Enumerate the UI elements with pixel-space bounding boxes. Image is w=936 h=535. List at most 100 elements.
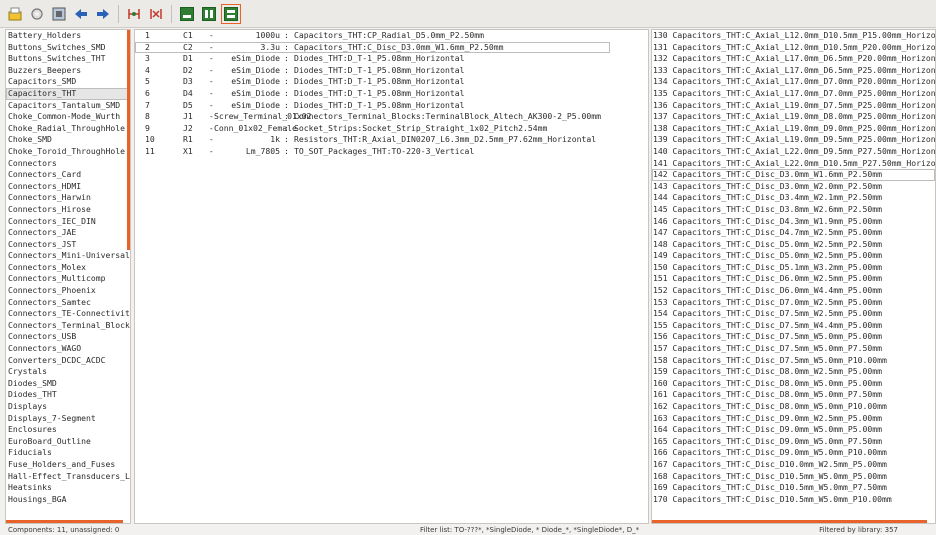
library-item[interactable]: Buttons_Switches_SMD xyxy=(6,42,130,54)
save-icon[interactable] xyxy=(6,5,24,23)
footprint-item[interactable]: 148 Capacitors_THT:C_Disc_D5.0mm_W2.5mm_… xyxy=(652,239,935,251)
filter-pin-count-icon[interactable] xyxy=(200,5,218,23)
library-item[interactable]: Connectors_Mini-Universal xyxy=(6,250,130,262)
library-item[interactable]: Crystals xyxy=(6,366,130,378)
footprint-item[interactable]: 147 Capacitors_THT:C_Disc_D4.7mm_W2.5mm_… xyxy=(652,227,935,239)
library-item[interactable]: Connectors_IEC_DIN xyxy=(6,216,130,228)
component-row[interactable]: 1 C1 - 1000u: Capacitors_THT:CP_Radial_D5.… xyxy=(135,30,648,42)
footprint-item[interactable]: 134 Capacitors_THT:C_Axial_L17.0mm_D7.0m… xyxy=(652,76,935,88)
footprint-item[interactable]: 161 Capacitors_THT:C_Disc_D8.0mm_W5.0mm_… xyxy=(652,389,935,401)
library-item[interactable]: Choke_SMD xyxy=(6,134,130,146)
footprint-item[interactable]: 133 Capacitors_THT:C_Axial_L17.0mm_D6.5m… xyxy=(652,65,935,77)
library-item[interactable]: Connectors_Harwin xyxy=(6,192,130,204)
footprint-item[interactable]: 138 Capacitors_THT:C_Axial_L19.0mm_D9.0m… xyxy=(652,123,935,135)
footprint-item[interactable]: 157 Capacitors_THT:C_Disc_D7.5mm_W5.0mm_… xyxy=(652,343,935,355)
component-row[interactable]: 10 R1 - 1k: Resistors_THT:R_Axial_DIN0207_… xyxy=(135,134,648,146)
library-item[interactable]: Connectors xyxy=(6,158,130,170)
footprint-item[interactable]: 145 Capacitors_THT:C_Disc_D3.8mm_W2.6mm_… xyxy=(652,204,935,216)
library-item[interactable]: Connectors_USB xyxy=(6,331,130,343)
library-list[interactable]: Battery_Holders Buttons_Switches_SMD Butto… xyxy=(5,29,131,524)
delete-associations-icon[interactable] xyxy=(147,5,165,23)
library-item[interactable]: Connectors_HDMI xyxy=(6,181,130,193)
footprint-item[interactable]: 159 Capacitors_THT:C_Disc_D8.0mm_W2.5mm_… xyxy=(652,366,935,378)
library-item[interactable]: Displays_7-Segment xyxy=(6,413,130,425)
footprint-item[interactable]: 146 Capacitors_THT:C_Disc_D4.3mm_W1.9mm_… xyxy=(652,216,935,228)
footprint-item[interactable]: 143 Capacitors_THT:C_Disc_D3.0mm_W2.0mm_… xyxy=(652,181,935,193)
library-item[interactable]: Hall-Effect_Transducers_LEM xyxy=(6,471,130,483)
library-browser-icon[interactable] xyxy=(50,5,68,23)
footprint-item[interactable]: 156 Capacitors_THT:C_Disc_D7.5mm_W5.0mm_… xyxy=(652,331,935,343)
library-item[interactable]: Connectors_JAE xyxy=(6,227,130,239)
library-item[interactable]: Connectors_Terminal_Blocks xyxy=(6,320,130,332)
library-list-hscrollbar[interactable] xyxy=(6,520,123,523)
footprint-item[interactable]: 169 Capacitors_THT:C_Disc_D10.5mm_W5.0mm… xyxy=(652,482,935,494)
component-row[interactable]: 11 X1 - Lm_7805: TO_SOT_Packages_THT:TO-22… xyxy=(135,146,648,158)
library-item[interactable]: Fuse_Holders_and_Fuses xyxy=(6,459,130,471)
footprint-item[interactable]: 170 Capacitors_THT:C_Disc_D10.5mm_W5.0mm… xyxy=(652,494,935,506)
library-item[interactable]: Heatsinks xyxy=(6,482,130,494)
library-item[interactable]: Buzzers_Beepers xyxy=(6,65,130,77)
library-item[interactable]: EuroBoard_Outline xyxy=(6,436,130,448)
footprint-item[interactable]: 141 Capacitors_THT:C_Axial_L22.0mm_D10.5… xyxy=(652,158,935,170)
library-item[interactable]: Connectors_Molex xyxy=(6,262,130,274)
footprint-item[interactable]: 131 Capacitors_THT:C_Axial_L12.0mm_D10.5… xyxy=(652,42,935,54)
library-item[interactable]: Connectors_TE-Connectivity xyxy=(6,308,130,320)
footprint-item[interactable]: 167 Capacitors_THT:C_Disc_D10.0mm_W2.5mm… xyxy=(652,459,935,471)
library-item[interactable]: Capacitors_THT xyxy=(6,87,130,100)
footprint-item[interactable]: 162 Capacitors_THT:C_Disc_D8.0mm_W5.0mm_… xyxy=(652,401,935,413)
component-row[interactable]: 7 D5 - eSim_Diode: Diodes_THT:D_T-1_P5.08m… xyxy=(135,100,648,112)
library-item[interactable]: Connectors_Phoenix xyxy=(6,285,130,297)
library-item[interactable]: Battery_Holders xyxy=(6,30,130,42)
library-item[interactable]: Choke_Toroid_ThroughHole xyxy=(6,146,130,158)
component-list[interactable]: 1 C1 - 1000u: Capacitors_THT:CP_Radial_D5.… xyxy=(134,29,649,524)
library-item[interactable]: Diodes_SMD xyxy=(6,378,130,390)
component-row[interactable]: 4 D2 - eSim_Diode: Diodes_THT:D_T-1_P5.08m… xyxy=(135,65,648,77)
library-item[interactable]: Connectors_Hirose xyxy=(6,204,130,216)
footprint-item[interactable]: 149 Capacitors_THT:C_Disc_D5.0mm_W2.5mm_… xyxy=(652,250,935,262)
auto-assign-icon[interactable] xyxy=(125,5,143,23)
footprint-item[interactable]: 152 Capacitors_THT:C_Disc_D6.0mm_W4.4mm_… xyxy=(652,285,935,297)
footprint-item[interactable]: 142 Capacitors_THT:C_Disc_D3.0mm_W1.6mm_… xyxy=(652,169,935,181)
footprint-item[interactable]: 136 Capacitors_THT:C_Axial_L19.0mm_D7.5m… xyxy=(652,100,935,112)
footprint-item[interactable]: 160 Capacitors_THT:C_Disc_D8.0mm_W5.0mm_… xyxy=(652,378,935,390)
library-list-scrollbar[interactable] xyxy=(127,30,130,250)
component-row[interactable]: 5 D3 - eSim_Diode: Diodes_THT:D_T-1_P5.08m… xyxy=(135,76,648,88)
footprint-item[interactable]: 144 Capacitors_THT:C_Disc_D3.4mm_W2.1mm_… xyxy=(652,192,935,204)
filter-library-icon[interactable] xyxy=(221,3,241,24)
library-item[interactable]: Connectors_Samtec xyxy=(6,297,130,309)
footprint-item[interactable]: 137 Capacitors_THT:C_Axial_L19.0mm_D8.0m… xyxy=(652,111,935,123)
component-row[interactable]: 9 J2 - Conn_01x02_Female: Socket_Strips:So… xyxy=(135,123,648,135)
footprint-item[interactable]: 154 Capacitors_THT:C_Disc_D7.5mm_W2.5mm_… xyxy=(652,308,935,320)
footprint-list-hscrollbar[interactable] xyxy=(652,520,927,523)
library-item[interactable]: Connectors_JST xyxy=(6,239,130,251)
library-item[interactable]: Fiducials xyxy=(6,447,130,459)
footprint-item[interactable]: 130 Capacitors_THT:C_Axial_L12.0mm_D10.5… xyxy=(652,30,935,42)
footprint-item[interactable]: 163 Capacitors_THT:C_Disc_D9.0mm_W2.5mm_… xyxy=(652,413,935,425)
footprint-item[interactable]: 135 Capacitors_THT:C_Axial_L17.0mm_D7.0m… xyxy=(652,88,935,100)
settings-icon[interactable] xyxy=(28,5,46,23)
library-item[interactable]: Choke_Radial_ThroughHole xyxy=(6,123,130,135)
footprint-item[interactable]: 165 Capacitors_THT:C_Disc_D9.0mm_W5.0mm_… xyxy=(652,436,935,448)
footprint-item[interactable]: 132 Capacitors_THT:C_Axial_L17.0mm_D6.5m… xyxy=(652,53,935,65)
footprint-item[interactable]: 150 Capacitors_THT:C_Disc_D5.1mm_W3.2mm_… xyxy=(652,262,935,274)
footprint-item[interactable]: 158 Capacitors_THT:C_Disc_D7.5mm_W5.0mm_… xyxy=(652,355,935,367)
footprint-item[interactable]: 164 Capacitors_THT:C_Disc_D9.0mm_W5.0mm_… xyxy=(652,424,935,436)
next-icon[interactable] xyxy=(94,5,112,23)
library-item[interactable]: Capacitors_SMD xyxy=(6,76,130,88)
library-item[interactable]: Converters_DCDC_ACDC xyxy=(6,355,130,367)
component-row[interactable]: 2 C2 - 3.3u: Capacitors_THT:C_Disc_D3.0mm_… xyxy=(135,41,610,54)
library-item[interactable]: Displays xyxy=(6,401,130,413)
library-item[interactable]: Connectors_WAGO xyxy=(6,343,130,355)
library-item[interactable]: Diodes_THT xyxy=(6,389,130,401)
component-row[interactable]: 6 D4 - eSim_Diode: Diodes_THT:D_T-1_P5.08m… xyxy=(135,88,648,100)
previous-icon[interactable] xyxy=(72,5,90,23)
footprint-item[interactable]: 140 Capacitors_THT:C_Axial_L22.0mm_D9.5m… xyxy=(652,146,935,158)
footprint-item[interactable]: 168 Capacitors_THT:C_Disc_D10.5mm_W5.0mm… xyxy=(652,471,935,483)
footprint-item[interactable]: 166 Capacitors_THT:C_Disc_D9.0mm_W5.0mm_… xyxy=(652,447,935,459)
footprint-item[interactable]: 155 Capacitors_THT:C_Disc_D7.5mm_W4.4mm_… xyxy=(652,320,935,332)
library-item[interactable]: Capacitors_Tantalum_SMD xyxy=(6,100,130,112)
library-item[interactable]: Buttons_Switches_THT xyxy=(6,53,130,65)
footprint-list[interactable]: 130 Capacitors_THT:C_Axial_L12.0mm_D10.5… xyxy=(651,29,936,524)
component-row[interactable]: 3 D1 - eSim_Diode: Diodes_THT:D_T-1_P5.08m… xyxy=(135,53,648,65)
filter-keywords-icon[interactable] xyxy=(178,5,196,23)
